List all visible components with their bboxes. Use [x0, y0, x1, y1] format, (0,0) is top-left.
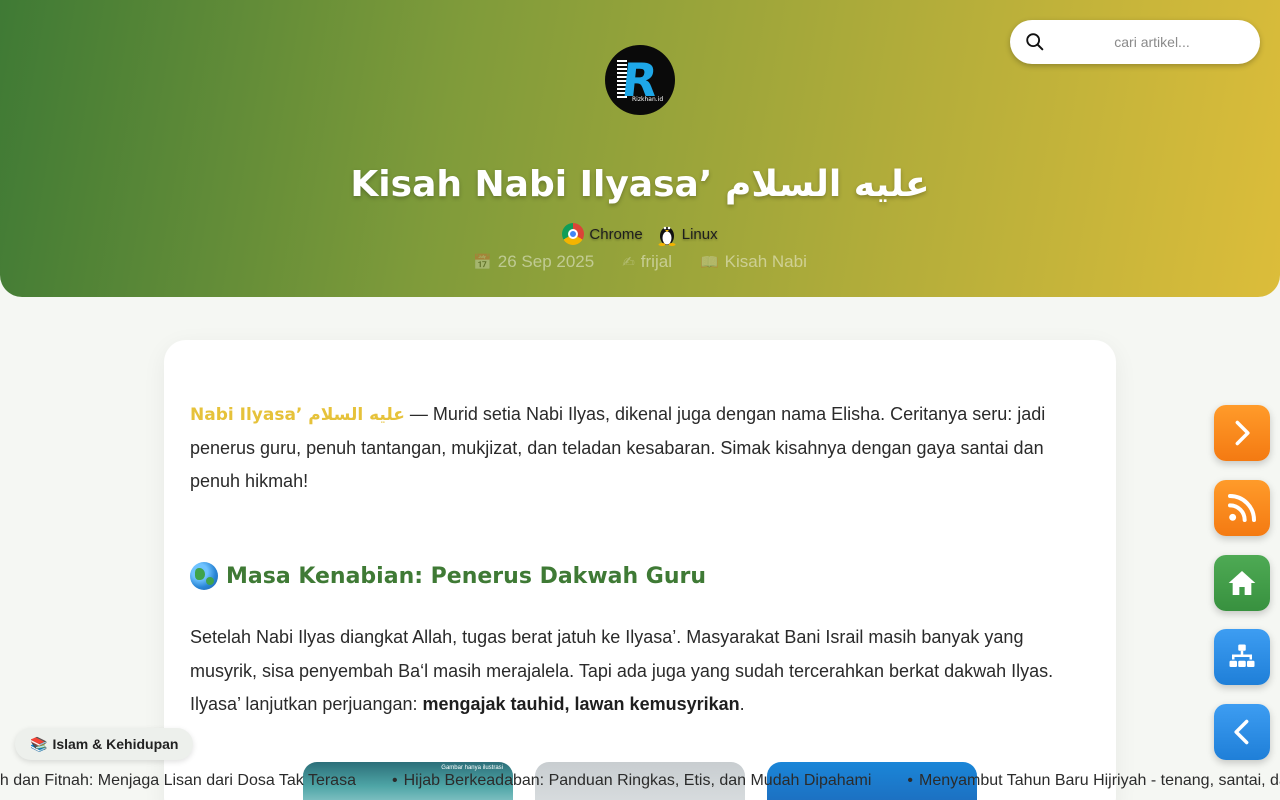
ticker-link[interactable]: Hijab Berkeadaban: Panduan Ringkas, Etis…: [404, 772, 872, 789]
bullet-icon: •: [391, 772, 398, 789]
site-logo[interactable]: R Rizkhan.id: [605, 45, 675, 115]
logo-text: Rizkhan.id: [632, 96, 664, 103]
rss-icon: [1228, 494, 1256, 522]
article-paragraph: Setelah Nabi Ilyas diangkat Allah, tugas…: [190, 621, 1095, 722]
ticker-link[interactable]: ah dan Fitnah: Menjaga Lisan dari Dosa T…: [0, 772, 356, 789]
section-heading: Masa Kenabian: Penerus Dakwah Guru: [190, 562, 1090, 590]
meta-date: 📅 26 Sep 2025: [473, 252, 594, 272]
ticker-track: ah dan Fitnah: Menjaga Lisan dari Dosa T…: [0, 772, 1280, 790]
ticker-link[interactable]: Menyambut Tahun Baru Hijriyah - tenang, …: [919, 772, 1280, 789]
search-box[interactable]: [1010, 20, 1260, 64]
linux-tux-icon: [658, 226, 676, 246]
books-icon: 📚: [30, 735, 48, 752]
author-text: frijal: [640, 252, 672, 271]
search-icon[interactable]: [1024, 31, 1046, 53]
meta-category[interactable]: 📖 Kisah Nabi: [700, 252, 807, 272]
category-pill-label: Islam & Kehidupan: [52, 736, 179, 752]
category-text: Kisah Nabi: [724, 252, 807, 271]
section-heading-text: Masa Kenabian: Penerus Dakwah Guru: [226, 563, 707, 589]
page-title: Kisah Nabi Ilyasa’ عليه السلام: [350, 164, 930, 205]
sitemap-icon: [1229, 644, 1255, 667]
chevron-right-icon: [1235, 420, 1250, 446]
sitemap-button[interactable]: [1214, 629, 1270, 685]
browser-badge: Chrome: [562, 223, 643, 245]
ticker-item[interactable]: • Hijab Berkeadaban: Panduan Ringkas, Eti…: [392, 772, 907, 790]
search-input[interactable]: [1054, 28, 1250, 56]
news-ticker: ah dan Fitnah: Menjaga Lisan dari Dosa T…: [0, 768, 1280, 796]
calendar-icon: 📅: [473, 254, 492, 271]
bullet-icon: •: [907, 772, 914, 789]
para-end: .: [739, 694, 745, 714]
article-meta: 📅 26 Sep 2025 ✍ frijal 📖 Kisah Nabi: [0, 250, 1280, 274]
chevron-left-icon: [1234, 719, 1249, 745]
home-button[interactable]: [1214, 555, 1270, 611]
article-intro: Nabi Ilyasa’ عليه السلام — Murid setia N…: [190, 398, 1090, 498]
ticker-item[interactable]: ah dan Fitnah: Menjaga Lisan dari Dosa T…: [0, 772, 392, 790]
date-text: 26 Sep 2025: [497, 252, 595, 271]
environment-badges: Chrome Linux: [0, 221, 1280, 247]
previous-article-button[interactable]: [1214, 704, 1270, 760]
chrome-icon: [562, 223, 585, 245]
intro-highlight: Nabi Ilyasa’ عليه السلام: [190, 405, 405, 425]
rss-button[interactable]: [1214, 480, 1270, 536]
book-icon: 📖: [699, 254, 719, 271]
page-header: R Rizkhan.id Kisah Nabi Ilyasa’ عليه الس…: [0, 0, 1280, 297]
next-article-button[interactable]: [1214, 405, 1270, 461]
os-label: Linux: [681, 225, 718, 243]
home-icon: [1228, 571, 1256, 595]
os-badge: Linux: [657, 222, 718, 246]
article-card: Nabi Ilyasa’ عليه السلام — Murid setia N…: [164, 340, 1116, 800]
browser-label: Chrome: [589, 225, 643, 243]
meta-author[interactable]: ✍ frijal: [622, 252, 672, 272]
para-bold: mengajak tauhid, lawan kemusyrikan: [422, 694, 740, 714]
globe-icon: [190, 562, 218, 590]
writing-hand-icon: ✍: [622, 254, 635, 271]
category-pill[interactable]: 📚 Islam & Kehidupan: [15, 728, 194, 760]
ticker-item[interactable]: • Menyambut Tahun Baru Hijriyah - tenang,…: [907, 772, 1280, 790]
